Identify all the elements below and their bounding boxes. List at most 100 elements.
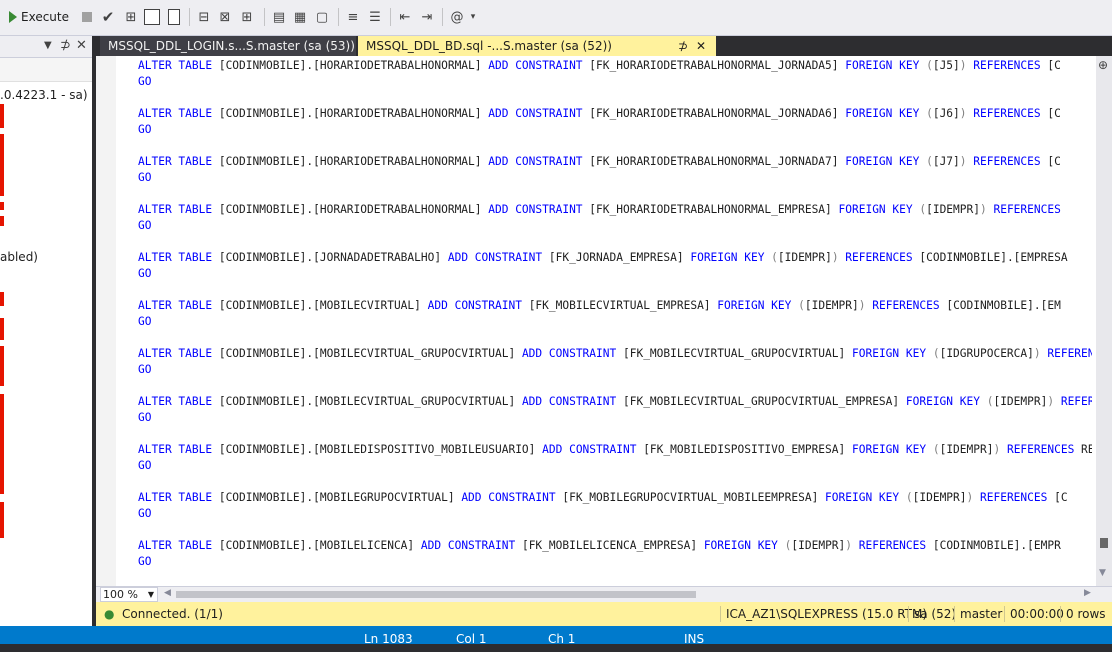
intellisense-icon[interactable]: ⊠ (216, 6, 234, 28)
tab-close-icon[interactable]: ✕ (696, 36, 706, 56)
query-status-bar: ● Connected. (1/1) ICA_AZ1\SQLEXPRESS (1… (96, 602, 1112, 626)
comment-icon[interactable]: ⊞ (238, 6, 256, 28)
go-line[interactable]: GO (138, 122, 1092, 138)
server-node-label[interactable]: .0.4223.1 - sa) (0, 88, 88, 102)
zoom-select[interactable]: 100 % ▼ (100, 587, 158, 602)
results-text-icon[interactable]: ▤ (270, 6, 288, 28)
stop-icon[interactable] (80, 6, 94, 28)
vertical-scrollbar[interactable]: ⊕ ▼ (1096, 56, 1112, 586)
sql-keyword: ADD CONSTRAINT (488, 107, 590, 120)
constraint-name: [FK_MOBILECVIRTUAL_GRUPOCVIRTUAL_EMPRESA… (622, 395, 906, 408)
error-marker (0, 292, 4, 306)
query-options-icon[interactable]: ⊟ (195, 6, 213, 28)
go-line[interactable]: GO (138, 458, 1092, 474)
align-left-icon[interactable]: ≡ (344, 6, 362, 28)
error-marker (0, 394, 4, 494)
paren: ) (845, 539, 859, 552)
reference-target: [C (1047, 107, 1061, 120)
tab-pin-icon[interactable]: ⊅ (678, 36, 688, 56)
scroll-down-icon[interactable]: ▼ (1099, 568, 1106, 578)
toolbar-overflow-icon[interactable]: ▾ (468, 6, 478, 28)
sql-statement-line[interactable]: ALTER TABLE [CODINMOBILE].[HORARIODETRAB… (138, 154, 1092, 170)
sql-keyword: GO (138, 267, 152, 280)
go-line[interactable]: GO (138, 554, 1092, 570)
scroll-right-icon[interactable]: ▶ (1084, 588, 1091, 598)
sql-keyword: ALTER TABLE (138, 539, 219, 552)
pin-icon[interactable]: ⊅ (60, 38, 71, 53)
sql-statement-line[interactable]: ALTER TABLE [CODINMOBILE].[MOBILEDISPOSI… (138, 442, 1092, 458)
sql-keyword: REFERENCES (973, 107, 1048, 120)
sql-statement-line[interactable]: ALTER TABLE [CODINMOBILE].[MOBILEGRUPOCV… (138, 490, 1092, 506)
sql-statement-line[interactable]: ALTER TABLE [CODINMOBILE].[HORARIODETRAB… (138, 106, 1092, 122)
sql-keyword: FOREIGN KEY (825, 491, 906, 504)
close-icon[interactable]: ✕ (76, 38, 87, 53)
tab-mssql-ddl-login[interactable]: MSSQL_DDL_LOGIN.s...S.master (sa (53)) (100, 36, 356, 56)
sql-statement-line[interactable]: ALTER TABLE [CODINMOBILE].[MOBILELICENCA… (138, 538, 1092, 554)
paren: ) (959, 107, 974, 120)
editor-bottom-bar: 100 % ▼ ◀ ▶ (96, 586, 1112, 602)
specify-values-icon[interactable]: @ (448, 6, 466, 28)
sql-keyword: FOREIGN KEY (845, 107, 927, 120)
column-name: [IDEMPR] (993, 395, 1048, 408)
split-icon[interactable]: ⊕ (1098, 58, 1108, 72)
user-name: sa (52) (914, 607, 957, 621)
parse-icon[interactable]: ⊞ (122, 6, 140, 28)
sql-keyword: ADD CONSTRAINT (420, 539, 522, 552)
check-icon[interactable]: ✔ (100, 6, 116, 28)
results-file-icon[interactable]: ▢ (313, 6, 331, 28)
results-to-icon[interactable] (165, 6, 183, 28)
sql-keyword: GO (138, 411, 152, 424)
sql-statement-line[interactable]: ALTER TABLE [CODINMOBILE].[JORNADADETRAB… (138, 250, 1092, 266)
sql-statement-line[interactable]: ALTER TABLE [CODINMOBILE].[MOBILECVIRTUA… (138, 394, 1092, 410)
query-editor[interactable]: ALTER TABLE [CODINMOBILE].[HORARIODETRAB… (96, 56, 1112, 586)
sql-statement-line[interactable]: ALTER TABLE [CODINMOBILE].[HORARIODETRAB… (138, 58, 1092, 74)
code-area[interactable]: ALTER TABLE [CODINMOBILE].[HORARIODETRAB… (138, 58, 1092, 570)
sql-keyword: ADD CONSTRAINT (488, 203, 590, 216)
execute-button[interactable]: Execute (6, 6, 72, 28)
horizontal-scroll-thumb[interactable] (176, 591, 696, 598)
table-name: [CODINMOBILE].[HORARIODETRABALHONORMAL] (218, 203, 489, 216)
execute-label: Execute (21, 10, 69, 24)
column-number: Col 1 (456, 632, 487, 646)
go-line[interactable]: GO (138, 266, 1092, 282)
elapsed-time: 00:00:00 (1010, 607, 1064, 621)
sql-keyword: ALTER TABLE (138, 395, 219, 408)
sql-keyword: REFERENCES (993, 203, 1068, 216)
sql-keyword: ADD CONSTRAINT (461, 491, 563, 504)
go-line[interactable]: GO (138, 362, 1092, 378)
paren: ) (1033, 347, 1048, 360)
go-line[interactable]: GO (138, 218, 1092, 234)
sql-keyword: GO (138, 219, 152, 232)
scroll-thumb[interactable] (1100, 538, 1108, 548)
panel-menu-icon[interactable]: ▼ (44, 40, 52, 51)
constraint-name: [FK_HORARIODETRABALHONORMAL_JORNADA5] (589, 59, 846, 72)
indent-icon[interactable]: ⇤ (396, 6, 414, 28)
sql-keyword: ADD CONSTRAINT (521, 395, 623, 408)
tree-node-label[interactable]: abled) (0, 250, 38, 264)
status-separator (908, 606, 909, 622)
scroll-left-icon[interactable]: ◀ (164, 588, 171, 598)
sql-statement-line[interactable]: ALTER TABLE [CODINMOBILE].[MOBILECVIRTUA… (138, 346, 1092, 362)
align-right-icon[interactable]: ☰ (366, 6, 384, 28)
sql-keyword: FOREIGN KEY (852, 347, 933, 360)
display-plan-icon[interactable] (143, 6, 161, 28)
go-line[interactable]: GO (138, 170, 1092, 186)
sql-statement-line[interactable]: ALTER TABLE [CODINMOBILE].[MOBILECVIRTUA… (138, 298, 1092, 314)
sql-keyword: FOREIGN KEY (838, 203, 920, 216)
panel-toolbar (0, 58, 92, 82)
go-line[interactable]: GO (138, 74, 1092, 90)
go-line[interactable]: GO (138, 314, 1092, 330)
outdent-icon[interactable]: ⇥ (418, 6, 436, 28)
paren: ) (1047, 395, 1061, 408)
sql-keyword: ALTER TABLE (138, 251, 219, 264)
results-grid-icon[interactable]: ▦ (291, 6, 309, 28)
go-line[interactable]: GO (138, 506, 1092, 522)
sql-statement-line[interactable]: ALTER TABLE [CODINMOBILE].[HORARIODETRAB… (138, 202, 1092, 218)
sql-keyword: ALTER TABLE (138, 491, 219, 504)
go-line[interactable]: GO (138, 410, 1092, 426)
constraint-name: [FK_JORNADA_EMPRESA] (548, 251, 691, 264)
tab-mssql-ddl-bd[interactable]: MSSQL_DDL_BD.sql -...S.master (sa (52)) … (358, 36, 716, 56)
constraint-name: [FK_MOBILECVIRTUAL_GRUPOCVIRTUAL] (622, 347, 852, 360)
